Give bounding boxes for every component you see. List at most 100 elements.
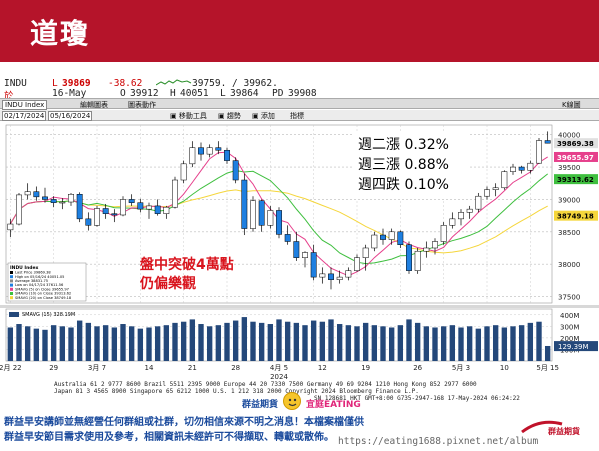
candle-body	[423, 247, 430, 252]
candle-body	[293, 241, 300, 258]
volume-bar	[397, 325, 404, 361]
x-tick-label: 5月 3	[452, 364, 470, 372]
candle-body	[414, 250, 421, 271]
volume-bar	[458, 327, 464, 361]
page-title: 道瓊	[30, 17, 91, 50]
volume-bar	[16, 324, 22, 361]
candle-body	[24, 191, 31, 196]
candle	[241, 173, 248, 236]
candle-body	[536, 140, 542, 164]
trend-button[interactable]: ▣ 趨勢	[218, 111, 241, 121]
disclaimer-line-2: 群益早安節目需求使用及參考，相關資訊未經許可不得擷取、轉載或散佈。	[4, 432, 334, 443]
candle-body	[362, 247, 369, 258]
volume-bar	[215, 325, 222, 361]
candle-body	[206, 147, 213, 155]
smiley-logo-icon	[283, 392, 301, 410]
candle-body	[354, 257, 360, 271]
volume-bar	[492, 325, 499, 361]
candle-body	[137, 202, 144, 210]
volume-bar	[371, 325, 378, 361]
x-tick-label: 19	[361, 364, 370, 372]
to-date-input[interactable]: 05/16/2024	[48, 111, 93, 121]
candle-body	[128, 199, 135, 203]
price-tick-label: 38000	[558, 261, 580, 269]
price-tick-label: 38500	[558, 229, 580, 237]
volume-bar	[328, 319, 334, 361]
candle-body	[475, 195, 482, 210]
candle-body	[432, 241, 438, 249]
candle-body	[189, 147, 196, 165]
candle-body	[241, 179, 248, 229]
volume-bar	[128, 326, 135, 361]
volume-bar	[102, 325, 109, 361]
price-tick-label: 39500	[558, 164, 580, 172]
from-date-input[interactable]: 02/17/2024	[2, 111, 47, 121]
candle-body	[397, 231, 404, 245]
toolbar: INDU Index 編輯圖表 圖表動作 K線圖	[0, 98, 599, 110]
volume-bar	[7, 327, 14, 361]
volume-bar	[544, 345, 551, 361]
candle-body	[466, 208, 473, 213]
x-tick-label: 21	[188, 364, 197, 372]
chart-action-button[interactable]: 圖表動作	[128, 100, 156, 110]
toolbar-secondary: 02/17/2024 05/16/2024 ▣ 移動工具 ▣ 趨勢 ▣ 添加 指…	[0, 110, 599, 121]
candle-body	[146, 205, 152, 210]
volume-bar	[94, 326, 100, 361]
candle-body	[42, 196, 48, 200]
volume-bar	[336, 324, 343, 361]
x-tick-label: 14	[145, 364, 154, 372]
volume-bar	[146, 327, 152, 361]
candle	[16, 192, 22, 226]
price-tick-label: 37500	[558, 294, 580, 302]
volume-bar	[484, 326, 490, 361]
legend-item: SMAVG (20) on Close 38749.18	[15, 296, 72, 300]
callout-line: 仍偏樂觀	[139, 275, 196, 292]
candle	[501, 170, 508, 190]
candle-body	[198, 147, 204, 155]
price-badge: 38749.18	[557, 213, 594, 221]
eating-label: 宜庭EATING	[306, 400, 361, 410]
candle-body	[59, 201, 66, 204]
x-tick-label: 2月 22	[0, 364, 22, 372]
volume-bar	[59, 326, 66, 361]
legend-swatch	[10, 283, 13, 287]
volume-bar	[224, 322, 230, 361]
candle-body	[94, 208, 100, 226]
candle-body	[380, 234, 386, 240]
candle-body	[111, 213, 118, 216]
candle-body	[267, 210, 274, 226]
x-tick-label: 4月 5	[270, 364, 288, 372]
volume-bar	[120, 324, 126, 361]
candle-body	[68, 194, 74, 203]
volume-bar	[345, 325, 352, 361]
volume-bar	[388, 327, 395, 361]
edit-chart-button[interactable]: 編輯圖表	[80, 100, 108, 110]
volume-bar	[137, 328, 144, 361]
candle-body	[510, 166, 516, 172]
candle-body	[163, 206, 170, 214]
callout-line: 盤中突破4萬點	[140, 256, 234, 273]
volume-tick-label: 300M	[560, 323, 579, 331]
volume-bar	[180, 321, 187, 361]
candle	[414, 247, 421, 274]
candle-body	[527, 162, 534, 171]
security-field[interactable]: INDU Index	[2, 100, 48, 110]
add-button[interactable]: ▣ 添加	[252, 111, 275, 121]
chart-type-button[interactable]: K線圖	[562, 100, 581, 110]
candle-body	[16, 194, 22, 225]
volume-bar	[466, 326, 473, 361]
volume-bar	[24, 326, 31, 361]
volume-bar	[501, 327, 508, 361]
candle	[120, 196, 126, 217]
volume-bar	[423, 326, 430, 361]
candle	[76, 192, 83, 223]
volume-bar	[33, 328, 40, 361]
candle-body	[250, 200, 256, 229]
volume-bar	[258, 322, 265, 361]
indicators-button[interactable]: 指標	[290, 111, 304, 121]
candle-body	[215, 147, 222, 151]
chart-area: 40000 39500 39000 38500 38000 37500 400M 300M 20…	[0, 121, 599, 381]
move-tool-button[interactable]: ▣ 移動工具	[170, 111, 207, 121]
perf-note-line: 週四跌 0.10%	[358, 177, 449, 193]
price-chart[interactable]: 400003950039000385003800037500400M300M20…	[0, 121, 599, 381]
